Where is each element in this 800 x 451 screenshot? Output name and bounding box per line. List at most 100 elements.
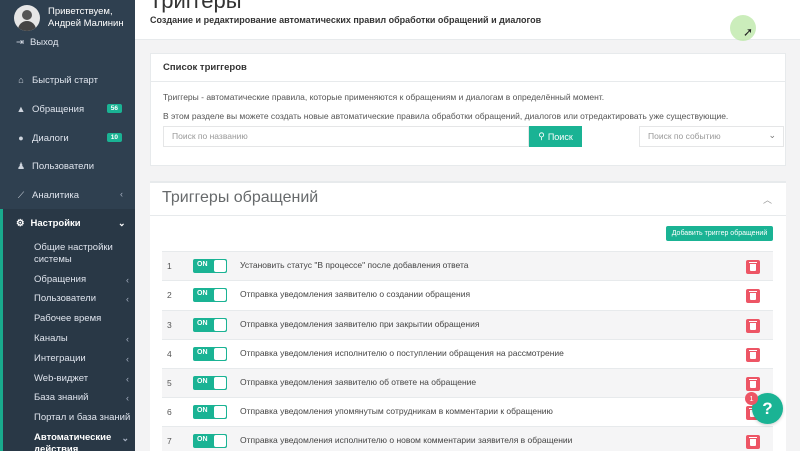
trash-icon (749, 261, 757, 271)
trigger-row[interactable]: 7 ON Отправка уведомления исполнителю о … (162, 426, 773, 451)
trigger-name[interactable]: Отправка уведомления упомянутым сотрудни… (240, 406, 553, 416)
trigger-row[interactable]: 4 ON Отправка уведомления исполнителю о … (162, 339, 773, 368)
sidebar-subitem-label: Рабочее время (34, 313, 102, 324)
trash-icon (749, 349, 757, 359)
sidebar-subitem-users[interactable]: Пользователи ‹ (34, 293, 134, 305)
sidebar-subitem-knowledge-base[interactable]: База знаний ‹ (34, 392, 134, 404)
home-icon: ⌂ (18, 75, 24, 85)
logout-label: Выход (29, 37, 59, 48)
trigger-row[interactable]: 5 ON Отправка уведомления заявителю об о… (162, 368, 773, 397)
page-subtitle: Создание и редактирование автоматических… (150, 15, 542, 25)
sidebar-subitem-work-hours[interactable]: Рабочее время (34, 313, 134, 325)
delete-button[interactable] (746, 260, 760, 274)
sidebar-subitem-portal[interactable]: Портал и база знаний (34, 412, 134, 424)
chevron-left-icon: ‹ (126, 374, 129, 384)
trash-icon (749, 378, 757, 388)
trash-icon (749, 290, 757, 300)
search-button-label: Поиск (547, 131, 573, 142)
trigger-row[interactable]: 2 ON Отправка уведомления заявителю о со… (162, 280, 773, 309)
sidebar-item-requests[interactable]: ▲ Обращения 56 (0, 95, 135, 123)
sidebar-subitem-requests[interactable]: Обращения ‹ (34, 274, 134, 286)
mouse-cursor-icon: ➚ (743, 25, 754, 39)
search-input[interactable]: Поиск по названию (163, 126, 529, 147)
delete-button[interactable] (746, 435, 760, 449)
trigger-name[interactable]: Отправка уведомления исполнителю о новом… (240, 435, 572, 445)
trigger-row[interactable]: 1 ON Установить статус "В процессе" посл… (162, 251, 773, 280)
sidebar-item-dialogs[interactable]: ● Диалоги 10 (0, 124, 135, 152)
sidebar-item-label: Аналитика (32, 189, 80, 201)
toggle-label: ON (197, 436, 208, 443)
chevron-left-icon: ‹ (120, 189, 123, 199)
divider (150, 215, 786, 216)
sidebar-item-label: Пользователи (32, 160, 95, 172)
trigger-name[interactable]: Отправка уведомления исполнителю о посту… (240, 348, 564, 358)
sidebar-item-label: Настройки (30, 218, 81, 229)
sidebar-item-analytics[interactable]: ⟋ Аналитика ‹ (0, 181, 135, 209)
toggle-label: ON (197, 320, 208, 327)
trigger-name[interactable]: Отправка уведомления заявителю о создани… (240, 289, 470, 299)
delete-button[interactable] (746, 348, 760, 362)
sidebar-item-quick-start[interactable]: ⌂ Быстрый старт (0, 66, 135, 94)
trigger-row[interactable]: 6 ON Отправка уведомления упомянутым сот… (162, 397, 773, 426)
sidebar-subitem-label: Портал и база знаний (34, 412, 131, 423)
sidebar-item-users[interactable]: ♟ Пользователи (0, 152, 135, 180)
notification-badge: 1 (745, 392, 758, 405)
sidebar-subitem-label: Интеграции (34, 353, 86, 364)
trigger-toggle[interactable]: ON (193, 318, 227, 332)
trigger-toggle[interactable]: ON (193, 288, 227, 302)
sidebar-subitem-automation[interactable]: Автоматические действия ⌄ (34, 432, 134, 451)
user-name: Андрей Малинин (48, 18, 124, 29)
sidebar-item-label: Обращения (32, 103, 85, 115)
row-number: 4 (167, 349, 172, 359)
sidebar-subitem-label: Пользователи (34, 293, 97, 304)
toggle-label: ON (197, 378, 208, 385)
chevron-left-icon: ‹ (126, 393, 129, 403)
chevron-down-icon: ⌄ (768, 130, 776, 140)
chevron-left-icon: ‹ (126, 275, 129, 285)
toggle-label: ON (197, 290, 208, 297)
add-trigger-button[interactable]: Добавить триггер обращений (666, 226, 773, 241)
logout-link[interactable]: ⇥ Выход (16, 37, 58, 48)
trigger-name[interactable]: Отправка уведомления заявителю при закры… (240, 319, 479, 329)
toggle-label: ON (197, 407, 208, 414)
row-number: 3 (167, 320, 172, 330)
search-button[interactable]: ⚲ Поиск (529, 126, 582, 147)
row-number: 5 (167, 378, 172, 388)
trigger-toggle[interactable]: ON (193, 405, 227, 419)
sign-out-icon: ⇥ (16, 37, 24, 48)
chevron-up-icon[interactable]: ︿ (763, 193, 772, 206)
divider (151, 81, 785, 82)
delete-button[interactable] (746, 377, 760, 391)
sidebar-subitem-general[interactable]: Общие настройки системы (34, 242, 134, 266)
trigger-row[interactable]: 3 ON Отправка уведомления заявителю при … (162, 310, 773, 339)
delete-button[interactable] (746, 289, 760, 303)
trigger-toggle[interactable]: ON (193, 376, 227, 390)
search-icon: ⚲ (538, 131, 545, 141)
trigger-name[interactable]: Отправка уведомления заявителю об ответе… (240, 377, 476, 387)
delete-button[interactable] (746, 319, 760, 333)
sidebar-subitem-integrations[interactable]: Интеграции ‹ (34, 353, 134, 365)
sidebar-subitem-label: Автоматические действия (34, 432, 112, 451)
trigger-toggle[interactable]: ON (193, 259, 227, 273)
row-number: 6 (167, 407, 172, 417)
trash-icon (749, 436, 757, 446)
users-icon: ♟ (16, 160, 26, 171)
sidebar: Приветствуем, Андрей Малинин ⇥ Выход ⌂ Б… (0, 0, 135, 451)
panel-description: Триггеры - автоматические правила, котор… (163, 92, 605, 102)
trigger-name[interactable]: Установить статус "В процессе" после доб… (240, 260, 468, 270)
sidebar-subitem-web-widget[interactable]: Web-виджет ‹ (34, 373, 134, 385)
sidebar-subitem-label: Общие настройки системы (34, 242, 113, 265)
user-profile[interactable]: Приветствуем, Андрей Малинин (0, 0, 135, 34)
sidebar-subitem-channels[interactable]: Каналы ‹ (34, 333, 134, 345)
count-badge: 56 (106, 104, 122, 113)
trigger-toggle[interactable]: ON (193, 434, 227, 448)
sidebar-subitem-label: База знаний (34, 392, 89, 403)
chevron-left-icon: ‹ (126, 294, 129, 304)
sidebar-item-settings[interactable]: ⚙ Настройки ⌄ (16, 218, 126, 229)
chat-icon: ● (18, 133, 24, 143)
event-filter-select[interactable]: Поиск по событию ⌄ (639, 126, 784, 147)
chevron-left-icon: ‹ (126, 354, 129, 364)
event-filter-placeholder: Поиск по событию (648, 131, 721, 141)
trigger-toggle[interactable]: ON (193, 347, 227, 361)
chart-icon: ⟋ (17, 189, 25, 200)
